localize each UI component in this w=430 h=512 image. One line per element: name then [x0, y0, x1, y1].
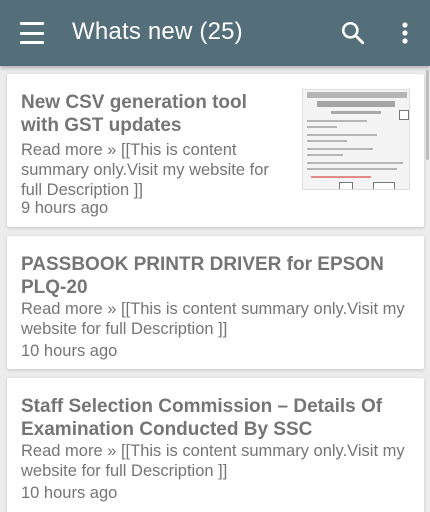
- post-summary: Read more » [[This is content summary on…: [21, 442, 405, 480]
- post-title[interactable]: New CSV generation tool with GST updates: [21, 91, 286, 137]
- page-title: Whats new (25): [72, 18, 243, 45]
- search-icon[interactable]: [340, 20, 366, 46]
- post-timestamp: 9 hours ago: [21, 199, 109, 217]
- post-card[interactable]: New CSV generation tool with GST updates…: [7, 74, 424, 227]
- post-summary: Read more » [[This is content summary on…: [21, 141, 269, 199]
- post-title[interactable]: PASSBOOK PRINTR DRIVER for EPSON PLQ-20: [21, 253, 411, 299]
- post-card[interactable]: PASSBOOK PRINTR DRIVER for EPSON PLQ-20 …: [7, 236, 424, 369]
- post-timestamp: 10 hours ago: [21, 342, 118, 360]
- post-summary: Read more » [[This is content summary on…: [21, 300, 405, 338]
- app-bar: Whats new (25): [0, 0, 430, 66]
- scrollbar[interactable]: [426, 70, 429, 160]
- menu-icon[interactable]: [20, 22, 46, 44]
- post-card[interactable]: Staff Selection Commission – Details Of …: [7, 378, 424, 512]
- post-title[interactable]: Staff Selection Commission – Details Of …: [21, 395, 411, 441]
- post-thumbnail[interactable]: [302, 89, 410, 190]
- post-timestamp: 10 hours ago: [21, 484, 118, 502]
- more-vert-icon[interactable]: [395, 20, 415, 46]
